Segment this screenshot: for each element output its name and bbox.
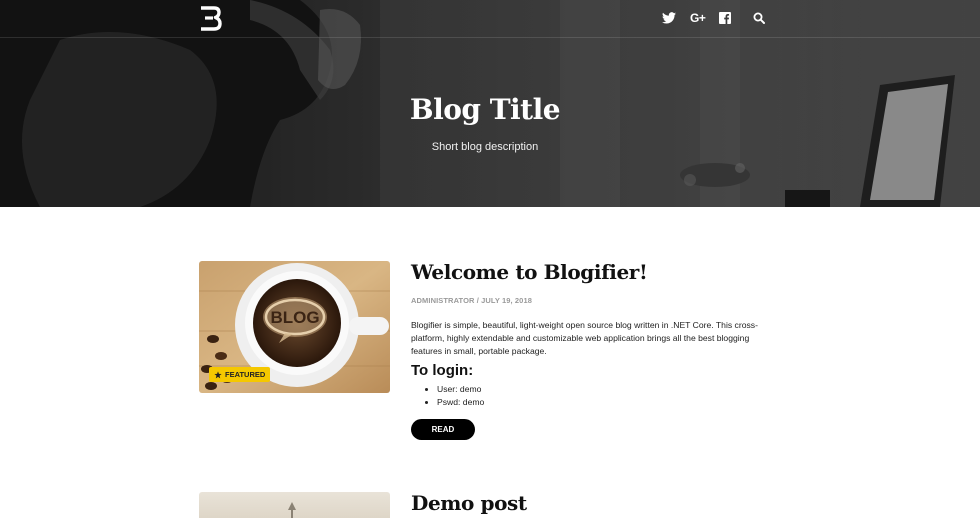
blog-description: Short blog description: [431, 141, 539, 153]
post-content: Welcome to Blogifier! ADMINISTRATOR / JU…: [411, 261, 779, 440]
google-plus-icon[interactable]: G+: [690, 10, 706, 26]
demo-post-image: [199, 492, 390, 518]
post-excerpt: Blogifier is simple, beautiful, light-we…: [411, 320, 758, 356]
social-icons: G+: [662, 10, 779, 26]
post-content: Demo post: [411, 492, 779, 514]
post-title[interactable]: Welcome to Blogifier!: [411, 261, 779, 283]
search-icon[interactable]: [753, 10, 766, 26]
featured-badge: FEATURED: [209, 367, 271, 382]
login-list: User: demo Pswd: demo: [411, 383, 779, 409]
facebook-icon[interactable]: [719, 10, 732, 26]
twitter-icon[interactable]: [662, 10, 676, 26]
featured-label: FEATURED: [225, 370, 266, 379]
post-title[interactable]: Demo post: [411, 492, 779, 514]
post-thumbnail[interactable]: [199, 492, 390, 518]
read-button[interactable]: READ: [411, 419, 475, 440]
blog-title: Blog Title: [409, 93, 561, 126]
blogifier-logo-icon[interactable]: [198, 5, 222, 31]
post-thumbnail[interactable]: BLOG FEATURED: [199, 261, 390, 393]
list-item: User: demo: [437, 383, 779, 396]
top-navbar: G+: [0, 0, 980, 38]
hero-banner: G+ Blog Title Short blog description: [0, 0, 980, 207]
post-subheading: To login:: [411, 362, 474, 379]
star-icon: [214, 370, 222, 378]
list-item: Pswd: demo: [437, 396, 779, 409]
post-meta: ADMINISTRATOR / JULY 19, 2018: [411, 296, 532, 305]
thumb-blog-text: BLOG: [270, 308, 319, 327]
